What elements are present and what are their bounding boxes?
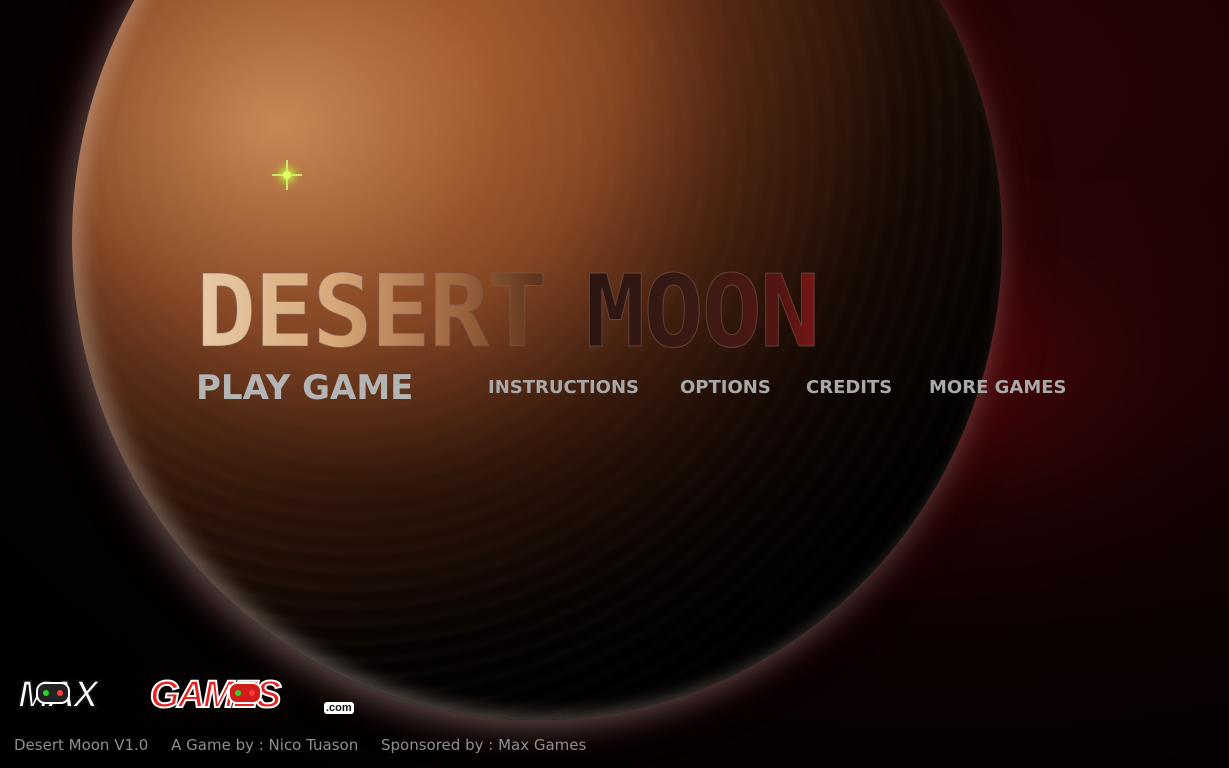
- credits-button[interactable]: Credits: [806, 377, 892, 398]
- game-title-screen: Desert Moon Desert Moon Play Game Instruct…: [0, 0, 1229, 768]
- gamepad-icon: [36, 682, 70, 704]
- green-star-icon: [272, 160, 302, 190]
- play-game-button[interactable]: Play Game: [196, 368, 413, 408]
- logo-text-com: .com: [324, 702, 354, 714]
- title-outline-desert: Desert: [195, 253, 547, 370]
- options-button[interactable]: Options: [680, 377, 771, 398]
- game-title-outline: Desert Moon: [195, 261, 820, 362]
- version-text: Desert Moon V1.0: [14, 736, 149, 754]
- sponsor-text: Sponsored by : Max Games: [381, 736, 587, 754]
- gamepad-icon: [228, 682, 262, 704]
- footer-credits: Desert Moon V1.0 A Game by : Nico Tuason…: [14, 736, 604, 756]
- author-text: A Game by : Nico Tuason: [171, 736, 359, 754]
- more-games-button[interactable]: More Games: [929, 377, 1067, 398]
- main-menu: Play Game Instructions Options Credits M…: [196, 368, 1076, 408]
- max-games-logo[interactable]: MAX GAMES .com: [14, 670, 354, 722]
- instructions-button[interactable]: Instructions: [488, 377, 639, 398]
- title-outline-moon: Moon: [585, 253, 821, 370]
